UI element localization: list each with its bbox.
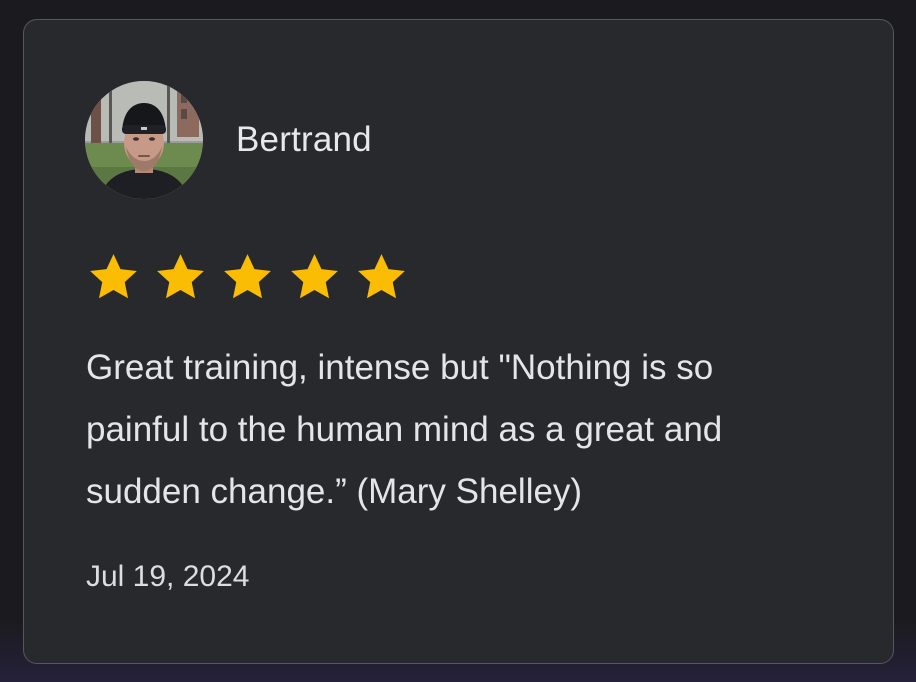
reviewer-header: Bertrand bbox=[85, 81, 372, 199]
review-card: Bertrand Great training, intense but "No… bbox=[23, 19, 894, 664]
avatar[interactable] bbox=[85, 81, 203, 199]
star-rating bbox=[86, 250, 409, 305]
star-icon bbox=[157, 254, 204, 299]
avatar-photo bbox=[85, 81, 203, 199]
star-icon bbox=[291, 254, 338, 299]
star-icon bbox=[90, 254, 137, 299]
star-icon bbox=[358, 254, 405, 299]
star-icon bbox=[224, 254, 271, 299]
reviewer-name[interactable]: Bertrand bbox=[236, 120, 372, 160]
review-date: Jul 19, 2024 bbox=[86, 560, 250, 593]
review-text: Great training, intense but "Nothing is … bbox=[86, 348, 723, 511]
